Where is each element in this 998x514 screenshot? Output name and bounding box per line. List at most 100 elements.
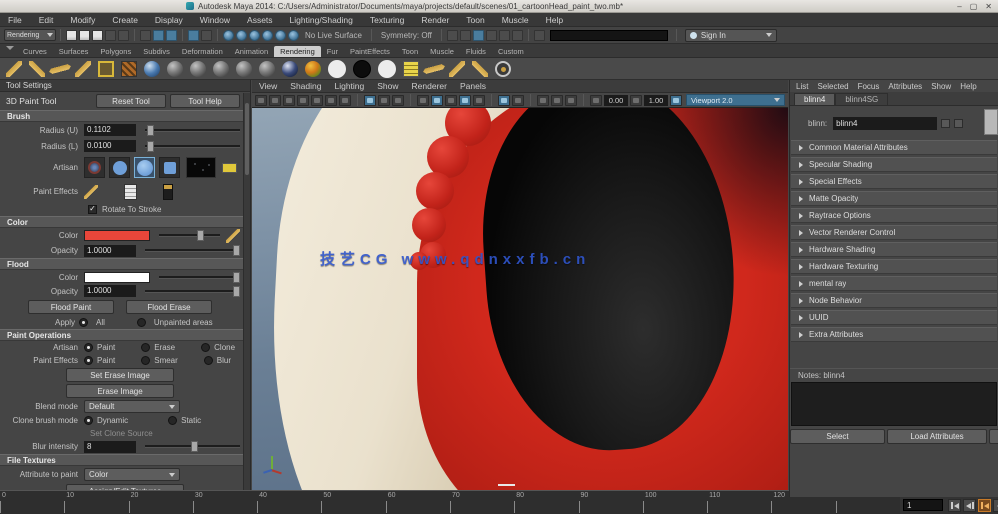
select-button[interactable]: Select xyxy=(790,429,885,444)
shelf-tab-muscle[interactable]: Muscle xyxy=(424,46,460,57)
reset-tool-button[interactable]: Reset Tool xyxy=(96,94,166,108)
screen-space-ao-icon[interactable] xyxy=(459,95,471,106)
lock-selection-icon[interactable] xyxy=(201,30,212,41)
spot-light-icon[interactable] xyxy=(6,61,22,77)
3d-paint-tool-icon[interactable] xyxy=(449,61,465,77)
shelf-tab-fluids[interactable]: Fluids xyxy=(460,46,492,57)
lock-camera-icon[interactable] xyxy=(269,95,281,106)
paint-vertex-color-icon[interactable] xyxy=(472,61,488,77)
flood-color-swatch[interactable] xyxy=(84,272,150,283)
sign-in-dropdown[interactable]: Sign In xyxy=(685,29,777,42)
directional-light-icon[interactable] xyxy=(49,58,71,80)
tool-help-button[interactable]: Tool Help xyxy=(170,94,240,108)
menu-set-dropdown[interactable]: Rendering xyxy=(4,29,56,41)
viewport-renderer-icon[interactable] xyxy=(670,95,682,106)
shelf-tab-deformation[interactable]: Deformation xyxy=(176,46,229,57)
gamma-field[interactable]: 1.00 xyxy=(644,95,668,106)
shelf-tab-rendering[interactable]: Rendering xyxy=(274,46,321,57)
flood-erase-button[interactable]: Flood Erase xyxy=(126,300,212,314)
section-common-material[interactable]: Common Material Attributes xyxy=(791,140,997,155)
opacity-field[interactable]: 1.0000 xyxy=(84,245,136,257)
motion-blur-icon[interactable] xyxy=(473,95,485,106)
grease-pencil-icon[interactable] xyxy=(339,95,351,106)
menu-create[interactable]: Create xyxy=(112,15,138,25)
menu-assets[interactable]: Assets xyxy=(247,15,273,25)
menu-lighting-shading[interactable]: Lighting/Shading xyxy=(290,15,353,25)
flood-paint-button[interactable]: Flood Paint xyxy=(28,300,114,314)
safe-action-icon[interactable] xyxy=(565,95,577,106)
pencil-icon[interactable] xyxy=(84,185,98,199)
paint-selection-icon[interactable] xyxy=(495,61,511,77)
panel-menu-panels[interactable]: Panels xyxy=(460,81,486,91)
highlight-selection-mode-icon[interactable] xyxy=(188,30,199,41)
image-plane-icon[interactable] xyxy=(98,61,114,77)
presets-button[interactable] xyxy=(984,109,998,135)
brush-can-icon[interactable] xyxy=(163,184,173,200)
section-node-behavior[interactable]: Node Behavior xyxy=(791,293,997,308)
ae-tab-blinn4[interactable]: blinn4 xyxy=(794,93,835,105)
file-textures-section-header[interactable]: File Textures xyxy=(0,454,250,466)
render-view-icon[interactable] xyxy=(447,30,458,41)
flood-section-header[interactable]: Flood xyxy=(0,258,250,270)
minimize-button[interactable]: – xyxy=(957,2,961,11)
radius-l-slider[interactable] xyxy=(145,145,240,148)
phong-material-icon[interactable] xyxy=(236,61,252,77)
undo-icon[interactable] xyxy=(105,30,116,41)
phong-e-material-icon[interactable] xyxy=(259,61,275,77)
exposure-field[interactable]: 0.00 xyxy=(604,95,628,106)
radius-l-field[interactable]: 0.0100 xyxy=(84,140,136,152)
snap-to-grids-icon[interactable] xyxy=(223,30,234,41)
select-camera-icon[interactable] xyxy=(255,95,267,106)
panel-menu-lighting[interactable]: Lighting xyxy=(334,81,364,91)
select-by-hierarchy-icon[interactable] xyxy=(140,30,151,41)
wireframe-icon[interactable] xyxy=(364,95,376,106)
section-hardware-shading[interactable]: Hardware Shading xyxy=(791,242,997,257)
brush-stamp-preview[interactable] xyxy=(186,157,216,178)
notes-textarea[interactable] xyxy=(791,382,997,426)
blend-mode-dropdown[interactable]: Default xyxy=(84,400,180,413)
section-special-effects[interactable]: Special Effects xyxy=(791,174,997,189)
maximize-button[interactable]: ▢ xyxy=(970,2,978,11)
menu-muscle[interactable]: Muscle xyxy=(502,15,529,25)
select-by-component-icon[interactable] xyxy=(166,30,177,41)
area-light-icon[interactable] xyxy=(75,61,91,77)
menu-toon[interactable]: Toon xyxy=(466,15,484,25)
brush-profile-square[interactable] xyxy=(159,157,180,178)
menu-display[interactable]: Display xyxy=(155,15,183,25)
shelf-tab-custom[interactable]: Custom xyxy=(492,46,530,57)
snap-to-view-planes-icon[interactable] xyxy=(275,30,286,41)
eyedropper-icon[interactable] xyxy=(226,229,240,243)
flood-color-slider[interactable] xyxy=(159,276,240,279)
focus-icon[interactable] xyxy=(941,119,950,128)
attribute-to-paint-dropdown[interactable]: Color xyxy=(84,468,180,481)
tool-settings-scrollbar[interactable] xyxy=(243,93,250,490)
render-current-frame-icon[interactable] xyxy=(460,30,471,41)
select-by-object-icon[interactable] xyxy=(153,30,164,41)
brush-list-icon[interactable] xyxy=(124,184,137,200)
step-back-key-button[interactable] xyxy=(978,499,991,512)
shelf-tab-curves[interactable]: Curves xyxy=(17,46,53,57)
render-settings-icon[interactable] xyxy=(121,61,137,77)
shadows-icon[interactable] xyxy=(445,95,457,106)
flood-opacity-field[interactable]: 1.0000 xyxy=(84,285,136,297)
shading-map-icon[interactable] xyxy=(378,60,396,78)
shelf-tab-polygons[interactable]: Polygons xyxy=(94,46,137,57)
hypershade-icon[interactable] xyxy=(499,30,510,41)
ae-menu-help[interactable]: Help xyxy=(960,82,976,91)
section-vector-renderer[interactable]: Vector Renderer Control xyxy=(791,225,997,240)
step-back-frame-button[interactable] xyxy=(963,499,976,512)
panel-menu-renderer[interactable]: Renderer xyxy=(412,81,447,91)
time-slider-ticks[interactable]: 0 10 20 30 40 50 60 70 80 90 100 110 120… xyxy=(0,490,900,514)
flood-opacity-slider[interactable] xyxy=(145,290,240,293)
shelf-tab-painteffects[interactable]: PaintEffects xyxy=(344,46,396,57)
ae-menu-attributes[interactable]: Attributes xyxy=(888,82,922,91)
pfx-paint-radio[interactable] xyxy=(84,356,93,365)
panel-menu-show[interactable]: Show xyxy=(377,81,398,91)
blinn-material-icon[interactable] xyxy=(190,61,206,77)
render-settings-icon[interactable] xyxy=(486,30,497,41)
presets-icon[interactable] xyxy=(954,119,963,128)
slider-handle[interactable] xyxy=(233,272,240,283)
pfx-blur-radio[interactable] xyxy=(204,356,213,365)
viewport-canvas[interactable]: 技艺CG www.qdnxxfb.cn xyxy=(252,108,788,490)
close-button[interactable]: ✕ xyxy=(985,2,992,11)
